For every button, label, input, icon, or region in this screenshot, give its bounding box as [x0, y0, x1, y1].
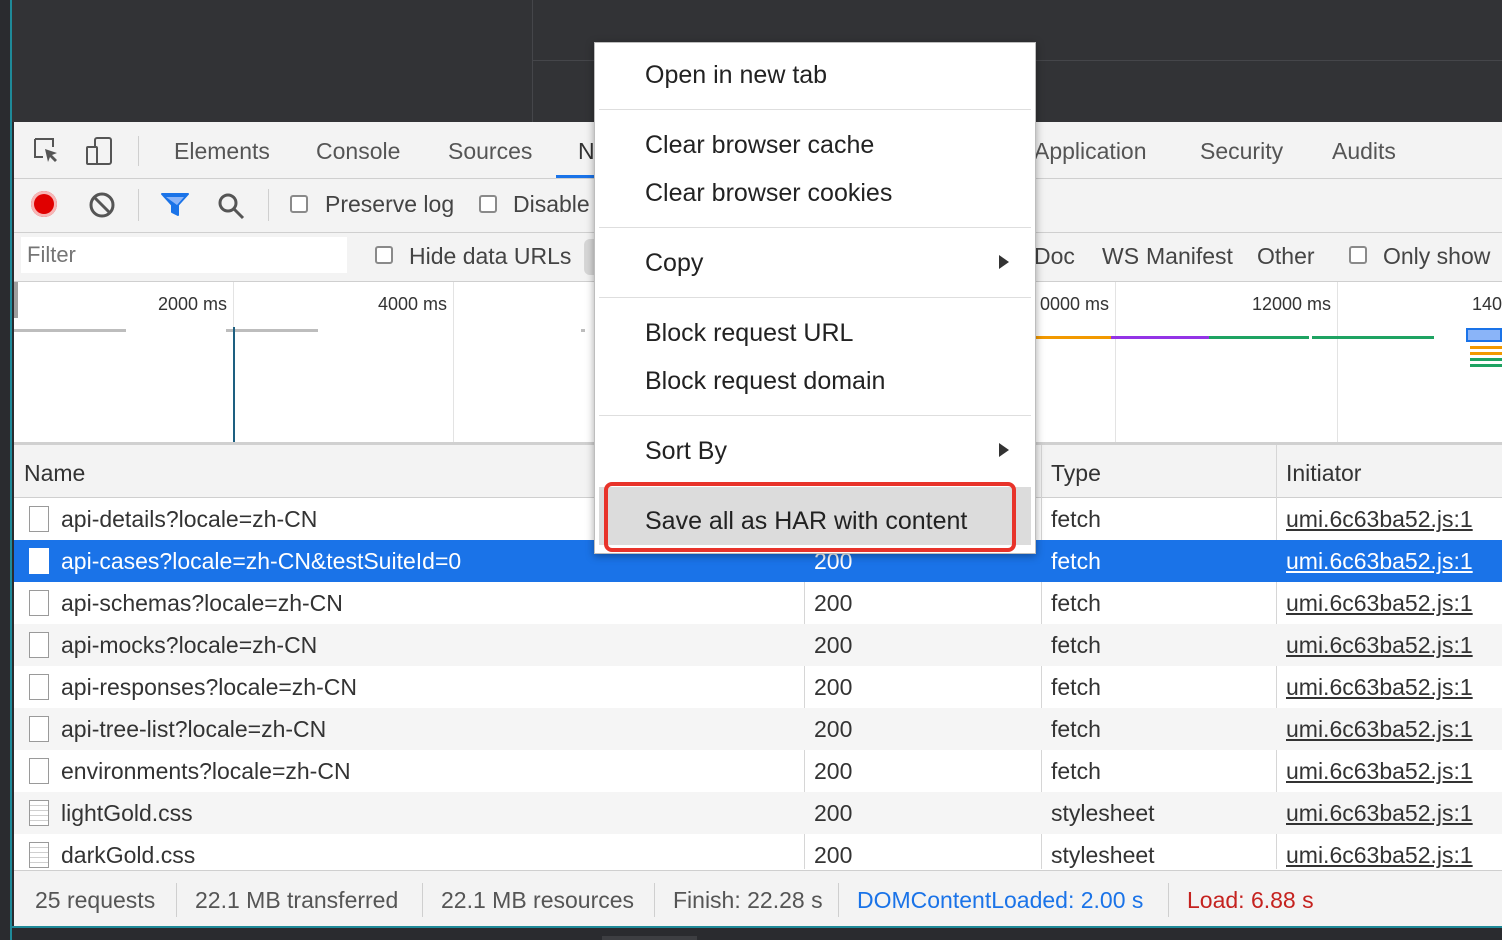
preserve-log-label: Preserve log [325, 191, 455, 217]
table-row[interactable]: api-responses?locale=zh-CN 200 fetch umi… [14, 666, 1502, 708]
request-status: 200 [814, 800, 853, 826]
domcontentloaded-time: DOMContentLoaded: 2.00 s [857, 887, 1144, 913]
load-time: Load: 6.88 s [1187, 887, 1314, 913]
menu-item-clear-browser-cache[interactable]: Clear browser cache [645, 131, 874, 160]
request-type: fetch [1051, 590, 1101, 616]
menu-item-clear-browser-cookies[interactable]: Clear browser cookies [645, 179, 892, 208]
request-initiator-link[interactable]: umi.6c63ba52.js:1 [1286, 582, 1473, 624]
fetch-file-icon [29, 506, 49, 532]
stylesheet-file-icon [29, 800, 49, 826]
timeline-tick: 12000 ms [1252, 294, 1332, 314]
request-name: lightGold.css [61, 800, 193, 826]
type-filter-ws[interactable]: WS [1102, 243, 1139, 270]
tab-sources[interactable]: Sources [448, 122, 532, 178]
request-status: 200 [814, 758, 853, 784]
table-row[interactable]: environments?locale=zh-CN 200 fetch umi.… [14, 750, 1502, 792]
request-initiator-link[interactable]: umi.6c63ba52.js:1 [1286, 540, 1473, 582]
only-show-checkbox[interactable] [1349, 246, 1367, 264]
type-filter-doc[interactable]: Doc [1034, 243, 1075, 270]
tab-console[interactable]: Console [316, 122, 400, 178]
request-type: fetch [1051, 548, 1101, 574]
column-header-type[interactable]: Type [1051, 445, 1101, 497]
column-header-initiator[interactable]: Initiator [1286, 445, 1361, 497]
disable-cache-label: Disable [513, 191, 590, 217]
menu-item-block-request-url[interactable]: Block request URL [645, 319, 853, 348]
disable-cache-checkbox[interactable] [479, 195, 497, 213]
fetch-file-icon [29, 716, 49, 742]
timeline-tick: 0000 ms [1040, 294, 1110, 314]
request-name: api-cases?locale=zh-CN&testSuiteId=0 [61, 548, 462, 574]
request-type: fetch [1051, 632, 1101, 658]
request-initiator-link[interactable]: umi.6c63ba52.js:1 [1286, 666, 1473, 708]
request-status: 200 [814, 674, 853, 700]
requests-table-body: api-details?locale=zh-CN fetch umi.6c63b… [14, 498, 1502, 876]
request-initiator-link[interactable]: umi.6c63ba52.js:1 [1286, 498, 1473, 540]
clear-icon[interactable] [88, 191, 116, 224]
submenu-arrow-icon [999, 255, 1009, 269]
column-header-name[interactable]: Name [24, 445, 85, 497]
submenu-arrow-icon [999, 443, 1009, 457]
request-name: api-schemas?locale=zh-CN [61, 590, 343, 616]
window-border [10, 0, 12, 940]
tab-elements[interactable]: Elements [174, 122, 270, 178]
device-toolbar-icon[interactable] [82, 134, 116, 168]
fetch-file-icon [29, 632, 49, 658]
request-initiator-link[interactable]: umi.6c63ba52.js:1 [1286, 624, 1473, 666]
request-status: 200 [814, 716, 853, 742]
table-row[interactable]: lightGold.css 200 stylesheet umi.6c63ba5… [14, 792, 1502, 834]
request-type: fetch [1051, 674, 1101, 700]
fetch-file-icon [29, 674, 49, 700]
menu-item-block-request-domain[interactable]: Block request domain [645, 367, 885, 396]
request-status: 200 [814, 632, 853, 658]
annotation-highlight-box [604, 482, 1016, 552]
timeline-tick: 4000 ms [378, 294, 448, 314]
fetch-file-icon [29, 758, 49, 784]
hide-data-urls-label: Hide data URLs [409, 243, 572, 269]
record-button[interactable] [31, 191, 57, 217]
menu-item-copy[interactable]: Copy [645, 249, 703, 278]
filter-icon[interactable] [160, 192, 190, 223]
tab-audits[interactable]: Audits [1332, 122, 1396, 178]
request-name: environments?locale=zh-CN [61, 758, 351, 784]
search-icon[interactable] [216, 191, 246, 226]
request-type: fetch [1051, 758, 1101, 784]
stylesheet-file-icon [29, 842, 49, 868]
menu-item-sort-by[interactable]: Sort By [645, 437, 727, 466]
request-status: 200 [814, 590, 853, 616]
request-type: fetch [1051, 716, 1101, 742]
request-initiator-link[interactable]: umi.6c63ba52.js:1 [1286, 750, 1473, 792]
request-name: api-details?locale=zh-CN [61, 506, 318, 532]
request-name: api-responses?locale=zh-CN [61, 674, 357, 700]
request-type: stylesheet [1051, 800, 1155, 826]
type-filter-manifest[interactable]: Manifest [1146, 243, 1233, 270]
context-menu: Open in new tab Clear browser cache Clea… [594, 42, 1036, 554]
hide-data-urls-checkbox[interactable] [375, 246, 393, 264]
preserve-log-checkbox[interactable] [290, 195, 308, 213]
type-filter-other[interactable]: Other [1257, 243, 1315, 270]
table-row[interactable]: api-schemas?locale=zh-CN 200 fetch umi.6… [14, 582, 1502, 624]
inspect-element-icon[interactable] [30, 134, 64, 168]
request-initiator-link[interactable]: umi.6c63ba52.js:1 [1286, 792, 1473, 834]
network-status-bar: 25 requests 22.1 MB transferred 22.1 MB … [14, 870, 1502, 928]
request-name: api-tree-list?locale=zh-CN [61, 716, 327, 742]
table-row[interactable]: api-mocks?locale=zh-CN 200 fetch umi.6c6… [14, 624, 1502, 666]
timeline-tick: 2000 ms [158, 294, 228, 314]
tab-application[interactable]: Application [1034, 122, 1147, 178]
timeline-tick: 140 [1472, 294, 1502, 314]
only-show-label: Only show [1383, 243, 1491, 269]
filter-input[interactable] [21, 237, 347, 273]
fetch-file-icon [29, 548, 49, 574]
finish-time: Finish: 22.28 s [673, 887, 823, 913]
fetch-file-icon [29, 590, 49, 616]
transferred-size: 22.1 MB transferred [195, 887, 399, 913]
tab-security[interactable]: Security [1200, 122, 1283, 178]
request-initiator-link[interactable]: umi.6c63ba52.js:1 [1286, 708, 1473, 750]
menu-item-open-in-new-tab[interactable]: Open in new tab [645, 61, 827, 90]
request-type: fetch [1051, 506, 1101, 532]
request-name: api-mocks?locale=zh-CN [61, 632, 318, 658]
request-count: 25 requests [35, 887, 156, 913]
resources-size: 22.1 MB resources [441, 887, 635, 913]
table-row[interactable]: api-tree-list?locale=zh-CN 200 fetch umi… [14, 708, 1502, 750]
domcontentloaded-marker [233, 327, 235, 442]
